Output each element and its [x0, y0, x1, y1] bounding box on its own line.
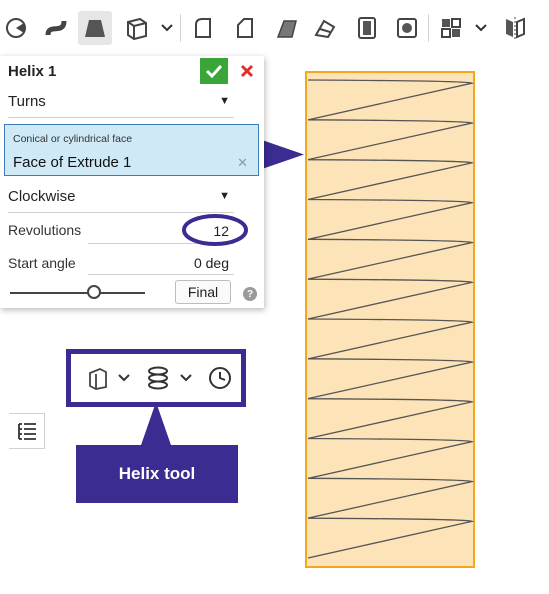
caret-down-icon: ▼: [219, 95, 230, 107]
fillet-icon: [195, 18, 211, 38]
chevron-down-icon[interactable]: [160, 18, 174, 38]
help-icon[interactable]: ?: [243, 287, 257, 301]
divider: [8, 117, 234, 118]
history-icon[interactable]: [207, 365, 233, 391]
list-icon: [17, 423, 36, 440]
callout-pointer: [140, 402, 172, 448]
split-icon: [314, 19, 336, 39]
draft-tool[interactable]: [270, 11, 304, 45]
extrude-tool[interactable]: [120, 11, 154, 45]
face-field-label: Conical or cylindrical face: [13, 133, 133, 145]
close-icon: [240, 64, 254, 78]
draft-icon: [276, 20, 297, 38]
callout-toolbar-frame: [66, 349, 246, 407]
start-angle-label: Start angle: [8, 255, 76, 271]
chevron-down-icon[interactable]: [117, 371, 131, 385]
sweep-icon: [45, 20, 67, 36]
helix-tool-callout: Helix tool: [76, 445, 238, 503]
accept-button[interactable]: [200, 58, 228, 84]
mirror-tool[interactable]: [498, 11, 532, 45]
position-slider-track[interactable]: [10, 292, 145, 294]
start-angle-input[interactable]: 0 deg: [150, 255, 229, 271]
chevron-down-icon[interactable]: [179, 371, 193, 385]
helix-type-select[interactable]: Turns ▼: [8, 93, 234, 115]
feature-list-toggle[interactable]: [9, 413, 45, 449]
sweep-tool[interactable]: [40, 11, 74, 45]
shell-tool[interactable]: [350, 11, 384, 45]
mirror-icon: [506, 17, 525, 39]
sketch-tool[interactable]: [0, 11, 34, 45]
final-button[interactable]: Final: [175, 280, 231, 304]
revolutions-label: Revolutions: [8, 222, 82, 238]
input-underline: [88, 274, 234, 275]
direction-value: Clockwise: [8, 188, 76, 205]
helix-icon[interactable]: [144, 364, 172, 392]
extrude-icon: [127, 17, 147, 41]
checkmark-icon: [205, 64, 223, 79]
caret-down-icon: ▼: [219, 190, 230, 202]
split-tool[interactable]: [308, 11, 342, 45]
plane-icon[interactable]: [85, 365, 111, 391]
pattern-tool[interactable]: [434, 11, 468, 45]
chevron-down-icon[interactable]: [474, 18, 488, 38]
chamfer-icon: [237, 18, 253, 38]
fillet-tool[interactable]: [186, 11, 220, 45]
direction-select[interactable]: Clockwise ▼: [8, 188, 234, 210]
dialog-title: Helix 1: [8, 63, 57, 80]
cancel-button[interactable]: [236, 60, 258, 82]
loft-tool[interactable]: [78, 11, 112, 45]
revolutions-highlight-ellipse: [182, 214, 248, 246]
helix-type-value: Turns: [8, 93, 46, 110]
hole-icon: [397, 18, 417, 38]
loft-icon: [85, 20, 105, 37]
toolbar-divider: [428, 14, 429, 42]
chamfer-tool[interactable]: [228, 11, 262, 45]
helix-part[interactable]: [300, 68, 482, 574]
face-selection-field[interactable]: Conical or cylindrical face Face of Extr…: [4, 124, 259, 176]
feature-toolbar: [0, 0, 549, 58]
sketch-icon: [6, 18, 26, 38]
toolbar-divider: [180, 14, 181, 42]
hole-tool[interactable]: [390, 11, 424, 45]
remove-selection-icon[interactable]: ✕: [237, 155, 248, 171]
position-slider-thumb[interactable]: [86, 285, 101, 299]
shell-icon: [358, 17, 376, 39]
face-field-value: Face of Extrude 1: [13, 154, 132, 171]
pattern-icon: [441, 18, 461, 38]
